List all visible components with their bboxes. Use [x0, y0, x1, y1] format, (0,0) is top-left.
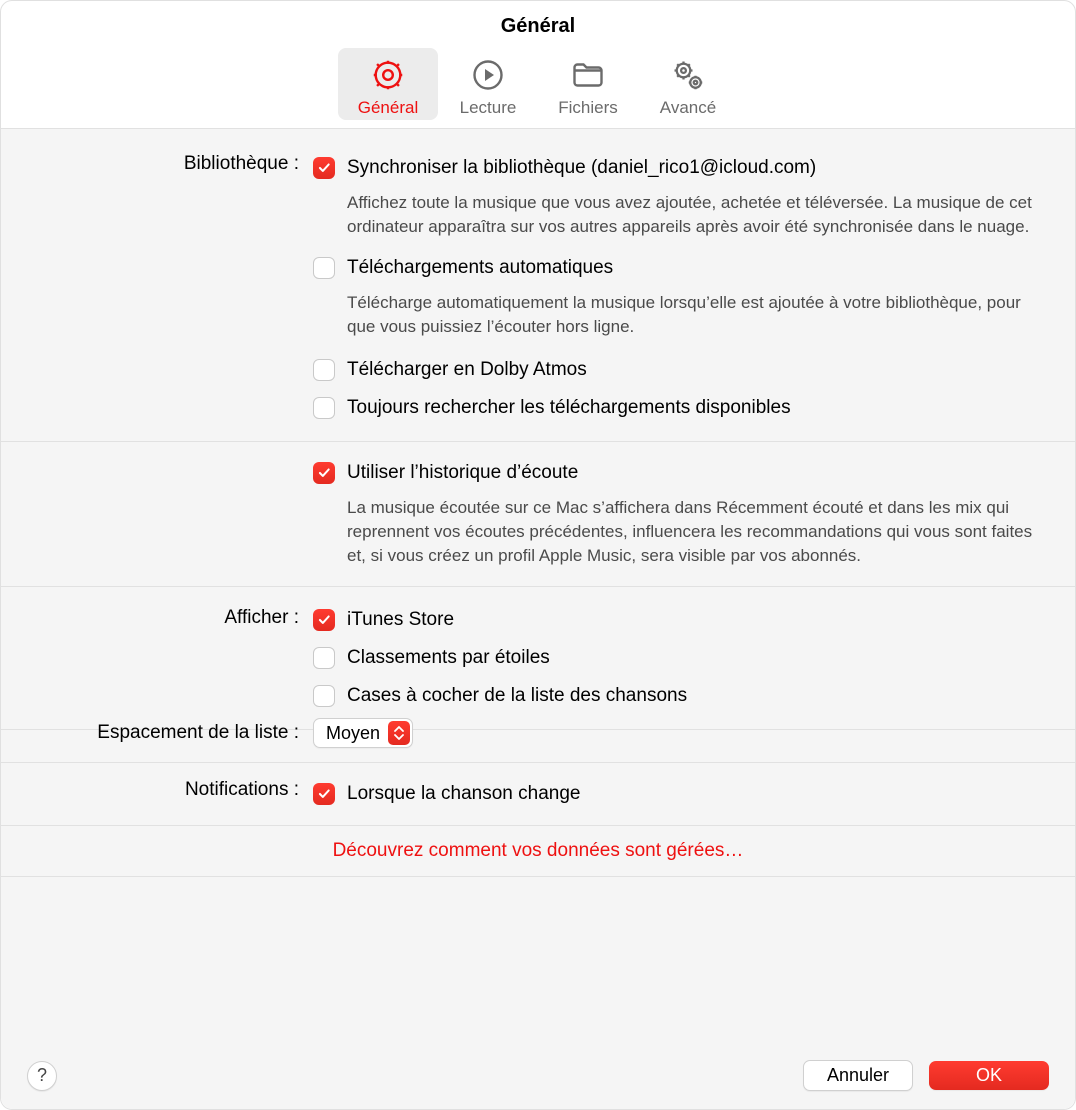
tab-playback-label: Lecture	[460, 98, 517, 118]
footer: ? Annuler OK	[1, 1042, 1075, 1109]
play-circle-icon	[467, 54, 509, 96]
privacy-link[interactable]: Découvrez comment vos données sont gérée…	[333, 840, 744, 861]
checkbox-itunes-store[interactable]	[313, 609, 335, 631]
tab-files-label: Fichiers	[558, 98, 618, 118]
content-area: Bibliothèque : Synchroniser la bibliothè…	[1, 129, 1075, 1042]
window-title: Général	[1, 1, 1075, 38]
preferences-window: Général Général Lecture	[0, 0, 1076, 1110]
checkbox-dolby-atmos[interactable]	[313, 359, 335, 381]
folder-icon	[567, 54, 609, 96]
tab-general-label: Général	[358, 98, 418, 118]
cancel-button-label: Annuler	[827, 1065, 889, 1085]
section-list-spacing: Espacement de la liste : Moyen	[1, 674, 1075, 763]
always-check-label: Toujours rechercher les téléchargements …	[347, 395, 791, 421]
sync-library-label: Synchroniser la bibliothèque (daniel_ric…	[347, 155, 816, 181]
dolby-atmos-label: Télécharger en Dolby Atmos	[347, 357, 587, 383]
cancel-button[interactable]: Annuler	[803, 1060, 913, 1091]
tab-toolbar: Général Lecture Fichiers	[1, 38, 1075, 129]
star-ratings-label: Classements par étoiles	[347, 645, 550, 671]
gears-icon	[667, 54, 709, 96]
tab-general[interactable]: Général	[338, 48, 438, 120]
song-changes-label: Lorsque la chanson change	[347, 781, 580, 807]
ok-button[interactable]: OK	[929, 1061, 1049, 1090]
tab-advanced[interactable]: Avancé	[638, 48, 738, 120]
tab-advanced-label: Avancé	[660, 98, 716, 118]
checkbox-star-ratings[interactable]	[313, 647, 335, 669]
section-history: Utiliser l’historique d’écoute La musiqu…	[1, 442, 1075, 587]
checkbox-use-history[interactable]	[313, 462, 335, 484]
checkbox-song-changes[interactable]	[313, 783, 335, 805]
ok-button-label: OK	[976, 1065, 1002, 1085]
tab-playback[interactable]: Lecture	[438, 48, 538, 120]
label-notifications: Notifications :	[1, 777, 313, 811]
label-show: Afficher :	[1, 607, 299, 629]
updown-icon	[388, 721, 410, 745]
itunes-store-label: iTunes Store	[347, 607, 454, 633]
tab-files[interactable]: Fichiers	[538, 48, 638, 120]
section-library: Bibliothèque : Synchroniser la bibliothè…	[1, 129, 1075, 442]
list-spacing-select[interactable]: Moyen	[313, 718, 413, 748]
gear-icon	[367, 54, 409, 96]
section-notifications: Notifications : Lorsque la chanson chang…	[1, 763, 1075, 826]
help-icon: ?	[37, 1065, 47, 1086]
label-list-spacing: Espacement de la liste :	[1, 674, 313, 748]
help-button[interactable]: ?	[27, 1061, 57, 1091]
auto-downloads-desc: Télécharge automatiquement la musique lo…	[347, 291, 1035, 339]
use-history-label: Utiliser l’historique d’écoute	[347, 460, 578, 486]
checkbox-always-check-downloads[interactable]	[313, 397, 335, 419]
section-privacy-link: Découvrez comment vos données sont gérée…	[1, 826, 1075, 877]
list-spacing-value: Moyen	[326, 723, 388, 744]
use-history-desc: La musique écoutée sur ce Mac s’afficher…	[347, 496, 1035, 568]
checkbox-sync-library[interactable]	[313, 157, 335, 179]
auto-downloads-label: Téléchargements automatiques	[347, 255, 613, 281]
label-library: Bibliothèque :	[1, 151, 313, 427]
sync-library-desc: Affichez toute la musique que vous avez …	[347, 191, 1035, 239]
checkbox-auto-downloads[interactable]	[313, 257, 335, 279]
